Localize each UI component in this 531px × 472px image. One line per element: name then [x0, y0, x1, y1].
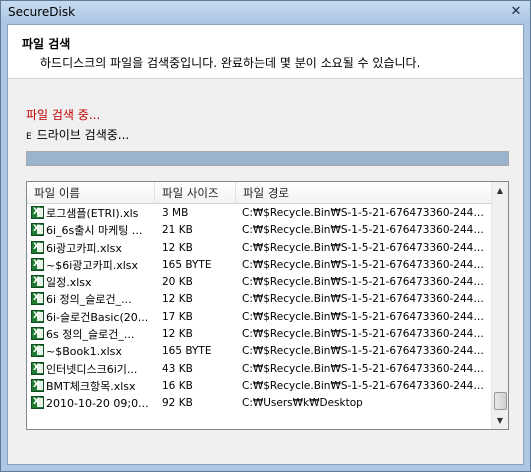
excel-file-icon: X: [31, 206, 44, 219]
file-size: 21 KB: [162, 224, 193, 237]
list-item[interactable]: X 6i광고카피.xlsx 12 KB C:₩$Recycle.Bin₩S-1-5-2…: [27, 240, 492, 257]
file-path: C:₩$Recycle.Bin₩S-1-5-21-676473360-2446.…: [242, 224, 488, 237]
file-path: C:₩$Recycle.Bin₩S-1-5-21-676473360-2446.…: [242, 276, 488, 289]
file-name-cell: X 일정.xlsx: [31, 274, 155, 291]
file-path: C:₩$Recycle.Bin₩S-1-5-21-676473360-2446.…: [242, 362, 488, 375]
file-name-cell: X ~$Book1.xlsx: [31, 343, 155, 360]
drive-status: E 드라이브 검색중...: [26, 126, 129, 143]
file-name-cell: X ~$6i광고카피.xlsx: [31, 257, 155, 274]
file-path: C:₩$Recycle.Bin₩S-1-5-21-676473360-2446.…: [242, 345, 488, 358]
file-name-cell: X 6i 정의_슬로건_...: [31, 291, 155, 308]
title-bar[interactable]: SecureDisk ✕: [1, 1, 530, 24]
file-name-cell: X 6s 정의_슬로건_...: [31, 326, 155, 343]
file-name: 6i_6s출시 마케팅 ...: [46, 224, 143, 238]
file-name-cell: X 인터넷디스크6i기...: [31, 361, 155, 378]
excel-file-icon: X: [31, 378, 44, 392]
excel-file-icon: X: [31, 240, 44, 254]
file-size: 12 KB: [162, 328, 193, 341]
dialog-body: 파일 검색 하드디스크의 파일을 검색중입니다. 완료하는데 몇 분이 소요될 …: [7, 24, 524, 465]
file-list[interactable]: 파일 이름 파일 사이즈 파일 경로 X 로그샘플(ETRI).xls 3 MB C:…: [26, 181, 509, 430]
file-path: C:₩$Recycle.Bin₩S-1-5-21-676473360-2446.…: [242, 258, 488, 271]
file-name-cell: X 로그샘플(ETRI).xls: [31, 205, 155, 222]
file-name-cell: X BMT체크항목.xlsx: [31, 378, 155, 395]
excel-file-icon: X: [31, 223, 44, 237]
file-name-cell: X 6i-슬로건Basic(200...: [31, 309, 155, 326]
file-path: C:₩Users₩k₩Desktop: [242, 397, 363, 410]
excel-file-icon: X: [31, 361, 44, 375]
column-header-file-name[interactable]: 파일 이름: [27, 182, 155, 204]
list-item[interactable]: X ~$6i광고카피.xlsx 165 BYTE C:₩$Recycle.Bin₩S-…: [27, 257, 492, 274]
file-size: 17 KB: [162, 310, 193, 323]
list-item[interactable]: X 6s 정의_슬로건_... 12 KB C:₩$Recycle.Bin₩S-1-5…: [27, 326, 492, 343]
scroll-down-icon[interactable]: ▼: [492, 412, 508, 429]
column-header-file-path[interactable]: 파일 경로: [236, 182, 492, 204]
excel-file-icon: X: [31, 275, 44, 289]
file-name: 6i-슬로건Basic(200...: [46, 310, 155, 324]
progress-bar-fill: [27, 152, 508, 165]
file-name: ~$6i광고카피.xlsx: [46, 258, 139, 272]
window-title: SecureDisk: [8, 5, 76, 19]
file-name: 일정.xlsx: [46, 276, 92, 290]
scroll-up-icon[interactable]: ▲: [492, 182, 508, 199]
file-path: C:₩$Recycle.Bin₩S-1-5-21-676473360-2446.…: [242, 293, 488, 306]
list-item[interactable]: X BMT체크항목.xlsx 16 KB C:₩$Recycle.Bin₩S-1-5-…: [27, 378, 492, 395]
file-size: 165 BYTE: [162, 258, 212, 271]
file-size: 12 KB: [162, 293, 193, 306]
list-header: 파일 이름 파일 사이즈 파일 경로: [27, 182, 492, 204]
file-name: 6i광고카피.xlsx: [46, 241, 122, 255]
file-name: 6i 정의_슬로건_...: [46, 293, 132, 307]
file-name: 6s 정의_슬로건_...: [46, 328, 135, 342]
file-path: C:₩$Recycle.Bin₩S-1-5-21-676473360-2446.…: [242, 207, 488, 219]
file-path: C:₩$Recycle.Bin₩S-1-5-21-676473360-2446.…: [242, 328, 488, 341]
file-size: 165 BYTE: [162, 345, 212, 358]
securedisk-window: SecureDisk ✕ 파일 검색 하드디스크의 파일을 검색중입니다. 완료…: [0, 0, 531, 472]
page-title: 파일 검색: [22, 37, 71, 51]
vertical-scrollbar[interactable]: ▲ ▼: [491, 182, 508, 429]
file-size: 20 KB: [162, 276, 193, 289]
file-size: 12 KB: [162, 241, 193, 254]
file-name-cell: X 2010-10-20 09;00;...: [31, 395, 155, 412]
file-name: 인터넷디스크6i기...: [46, 362, 138, 376]
excel-file-icon: X: [31, 292, 44, 306]
list-item[interactable]: X 인터넷디스크6i기... 43 KB C:₩$Recycle.Bin₩S-1-5-…: [27, 361, 492, 378]
page-description: 하드디스크의 파일을 검색중입니다. 완료하는데 몇 분이 소요될 수 있습니다…: [40, 56, 421, 70]
file-path: C:₩$Recycle.Bin₩S-1-5-21-676473360-2446.…: [242, 241, 488, 254]
file-size: 43 KB: [162, 362, 193, 375]
file-name: 2010-10-20 09;00;...: [46, 397, 155, 411]
file-path: C:₩$Recycle.Bin₩S-1-5-21-676473360-2446.…: [242, 310, 488, 323]
list-item[interactable]: X 2010-10-20 09;00;... 92 KB C:₩Users₩k₩Des…: [27, 395, 492, 412]
progress-bar: [26, 151, 509, 166]
list-item[interactable]: X ~$Book1.xlsx 165 BYTE C:₩$Recycle.Bin₩S-1…: [27, 343, 492, 360]
file-name: BMT체크항목.xlsx: [46, 379, 136, 393]
list-item[interactable]: X 6i 정의_슬로건_... 12 KB C:₩$Recycle.Bin₩S-1-5…: [27, 291, 492, 308]
scrollbar-thumb[interactable]: [494, 392, 507, 410]
excel-file-icon: X: [31, 257, 44, 271]
list-item[interactable]: X 로그샘플(ETRI).xls 3 MB C:₩$Recycle.Bin₩S-1-5…: [27, 205, 492, 222]
file-size: 92 KB: [162, 397, 193, 410]
excel-file-icon: X: [31, 396, 44, 410]
file-path: C:₩$Recycle.Bin₩S-1-5-21-676473360-2446.…: [242, 379, 488, 392]
column-header-file-size[interactable]: 파일 사이즈: [155, 182, 236, 204]
file-name-cell: X 6i광고카피.xlsx: [31, 240, 155, 257]
drive-letter: E: [26, 132, 32, 142]
list-item[interactable]: X 6i_6s출시 마케팅 ... 21 KB C:₩$Recycle.Bin₩S-1…: [27, 222, 492, 239]
list-item[interactable]: X 6i-슬로건Basic(200... 17 KB C:₩$Recycle.Bin₩…: [27, 309, 492, 326]
file-name: 로그샘플(ETRI).xls: [46, 207, 139, 220]
file-size: 16 KB: [162, 379, 193, 392]
excel-file-icon: X: [31, 344, 44, 358]
close-icon[interactable]: ✕: [508, 5, 524, 20]
excel-file-icon: X: [31, 327, 44, 341]
search-status-text: 파일 검색 중...: [26, 108, 101, 122]
file-name: ~$Book1.xlsx: [46, 345, 122, 359]
file-name-cell: X 6i_6s출시 마케팅 ...: [31, 222, 155, 239]
drive-status-text: 드라이브 검색중...: [36, 128, 130, 142]
list-rows: X 로그샘플(ETRI).xls 3 MB C:₩$Recycle.Bin₩S-1-5…: [27, 205, 492, 413]
list-item[interactable]: X 일정.xlsx 20 KB C:₩$Recycle.Bin₩S-1-5-21-67…: [27, 274, 492, 291]
header-panel: 파일 검색 하드디스크의 파일을 검색중입니다. 완료하는데 몇 분이 소요될 …: [8, 25, 523, 79]
excel-file-icon: X: [31, 309, 44, 323]
file-size: 3 MB: [162, 207, 189, 219]
